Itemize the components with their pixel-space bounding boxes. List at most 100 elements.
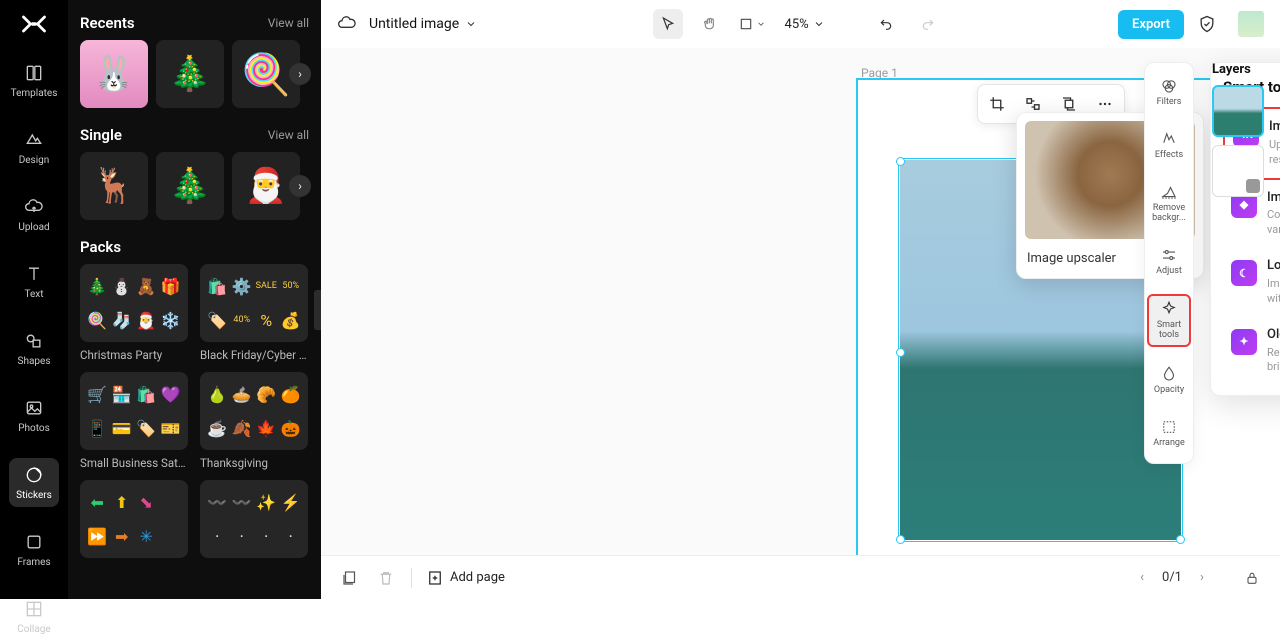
smart-tool-low-light[interactable]: ☾ Low-light image enhancerImprove low-li… — [1223, 248, 1280, 317]
smart-tools-icon — [1160, 300, 1178, 318]
user-avatar[interactable] — [1238, 11, 1264, 37]
pack-item[interactable]: 🍐🥧🥐🍊☕🍂🍁🎃 Thanksgiving — [200, 372, 308, 470]
zoom-control[interactable]: 45% — [779, 17, 831, 32]
zoom-value: 45% — [785, 17, 809, 32]
tool-smart-tools[interactable]: Smart tools — [1147, 294, 1191, 347]
nav-label: Design — [19, 155, 50, 166]
pack-item[interactable]: 🛍️⚙️SALE50%🏷️40%%💰 Black Friday/Cyber M.… — [200, 264, 308, 362]
tool-label: Remove backgr... — [1147, 204, 1191, 224]
resize-handle[interactable] — [1176, 535, 1185, 544]
filters-icon — [1160, 77, 1178, 95]
resize-handle[interactable] — [896, 535, 905, 544]
nav-design[interactable]: Design — [9, 123, 59, 172]
resize-handle[interactable] — [896, 157, 905, 166]
adjust-icon — [1160, 246, 1178, 264]
nav-collage[interactable]: Collage — [9, 592, 59, 641]
recents-view-all[interactable]: View all — [268, 16, 309, 30]
chevron-down-icon — [465, 18, 477, 30]
nav-label: Frames — [17, 557, 50, 568]
tool-opacity[interactable]: Opacity — [1147, 361, 1191, 400]
arrange-icon — [1160, 418, 1178, 436]
cloud-sync-icon[interactable] — [337, 14, 357, 34]
smart-item-title: Low-light image enhancer — [1267, 258, 1280, 275]
pack-item[interactable]: 〰️〰️✨⚡···· — [200, 480, 308, 564]
remove-bg-icon — [1160, 183, 1178, 201]
design-icon — [23, 129, 45, 151]
frames-icon — [23, 531, 45, 553]
lock-button[interactable] — [1242, 568, 1262, 588]
nav-text[interactable]: Text — [9, 257, 59, 306]
nav-frames[interactable]: Frames — [9, 525, 59, 574]
nav-templates[interactable]: Templates — [9, 56, 59, 105]
app-logo[interactable] — [19, 10, 49, 38]
text-icon — [23, 263, 45, 285]
delete-button[interactable] — [375, 567, 397, 589]
nav-stickers[interactable]: Stickers — [9, 458, 59, 507]
smart-tool-restoration[interactable]: ✦ Old photo restorationRepair your damag… — [1223, 317, 1280, 386]
layer-item[interactable] — [1212, 145, 1264, 197]
document-title[interactable]: Untitled image — [369, 16, 477, 32]
packs-title: Packs — [80, 238, 121, 256]
nav-label: Upload — [18, 222, 49, 233]
top-bar: Untitled image 45% Export — [321, 0, 1280, 48]
tool-adjust[interactable]: Adjust — [1147, 242, 1191, 281]
divider — [411, 568, 412, 588]
privacy-icon[interactable] — [1196, 13, 1218, 35]
photos-icon — [23, 397, 45, 419]
tool-label: Adjust — [1156, 267, 1182, 277]
low-light-icon: ☾ — [1231, 260, 1257, 286]
page-navigation: ‹ 0/1 › — [1132, 568, 1262, 588]
collage-icon — [23, 598, 45, 620]
cursor-tool[interactable] — [653, 9, 683, 39]
pack-item[interactable]: 🛒🏪🛍️💜📱💳🏷️🎫 Small Business Saturd... — [80, 372, 188, 470]
smart-item-desc: Convert your images into various styles. — [1267, 208, 1280, 238]
resize-handle[interactable] — [896, 348, 905, 357]
add-page-button[interactable]: Add page — [426, 569, 505, 587]
shapes-icon — [23, 330, 45, 352]
nav-label: Shapes — [18, 356, 51, 367]
pack-item[interactable]: ⬅⬆⬊⏩➡✳ — [80, 480, 188, 564]
export-button[interactable]: Export — [1118, 10, 1184, 39]
row-next-icon[interactable]: › — [289, 175, 311, 197]
layer-item[interactable] — [1212, 85, 1264, 137]
nav-photos[interactable]: Photos — [9, 391, 59, 440]
pack-label: Christmas Party — [80, 348, 188, 362]
tool-remove-bg[interactable]: Remove backgr... — [1147, 179, 1191, 228]
tool-arrange[interactable]: Arrange — [1147, 414, 1191, 453]
next-page-button[interactable]: › — [1192, 568, 1212, 588]
canvas-area[interactable]: Page 1 ⟳ Image upscaler Smart to — [321, 48, 1280, 599]
sticker-thumb[interactable]: 🎄 — [156, 40, 224, 108]
pages-button[interactable] — [339, 567, 361, 589]
sticker-thumb[interactable]: 🦌 — [80, 152, 148, 220]
hand-tool[interactable] — [695, 9, 725, 39]
prev-page-button[interactable]: ‹ — [1132, 568, 1152, 588]
pack-label: Thanksgiving — [200, 456, 308, 470]
nav-shapes[interactable]: Shapes — [9, 324, 59, 373]
undo-button[interactable] — [871, 9, 901, 39]
page-indicator: 0/1 — [1162, 570, 1182, 585]
crop-button[interactable] — [984, 91, 1010, 117]
layers-panel: Layers — [1202, 62, 1280, 205]
nav-label: Photos — [18, 423, 50, 434]
document-title-text: Untitled image — [369, 16, 459, 32]
tool-filters[interactable]: Filters — [1147, 73, 1191, 112]
artboard-tool[interactable] — [737, 9, 767, 39]
tool-effects[interactable]: Effects — [1147, 126, 1191, 165]
sticker-thumb[interactable]: 🐰 — [80, 40, 148, 108]
tool-label: Smart tools — [1149, 321, 1189, 341]
pack-label: Small Business Saturd... — [80, 456, 188, 470]
recents-row: 🐰 🎄 🍭 › — [80, 40, 309, 108]
single-row: 🦌 🎄 🎅 › — [80, 152, 309, 220]
chevron-down-icon — [813, 18, 825, 30]
recents-title: Recents — [80, 14, 135, 32]
nav-upload[interactable]: Upload — [9, 190, 59, 239]
single-view-all[interactable]: View all — [268, 128, 309, 142]
sticker-thumb[interactable]: 🎄 — [156, 152, 224, 220]
row-next-icon[interactable]: › — [289, 63, 311, 85]
redo-button[interactable] — [913, 9, 943, 39]
nav-label: Text — [24, 289, 43, 300]
upload-icon — [23, 196, 45, 218]
panel-collapse-handle[interactable] — [314, 290, 321, 330]
pack-item[interactable]: 🎄⛄🧸🎁🍭🧦🎅❄️ Christmas Party — [80, 264, 188, 362]
layers-title: Layers — [1212, 62, 1270, 77]
